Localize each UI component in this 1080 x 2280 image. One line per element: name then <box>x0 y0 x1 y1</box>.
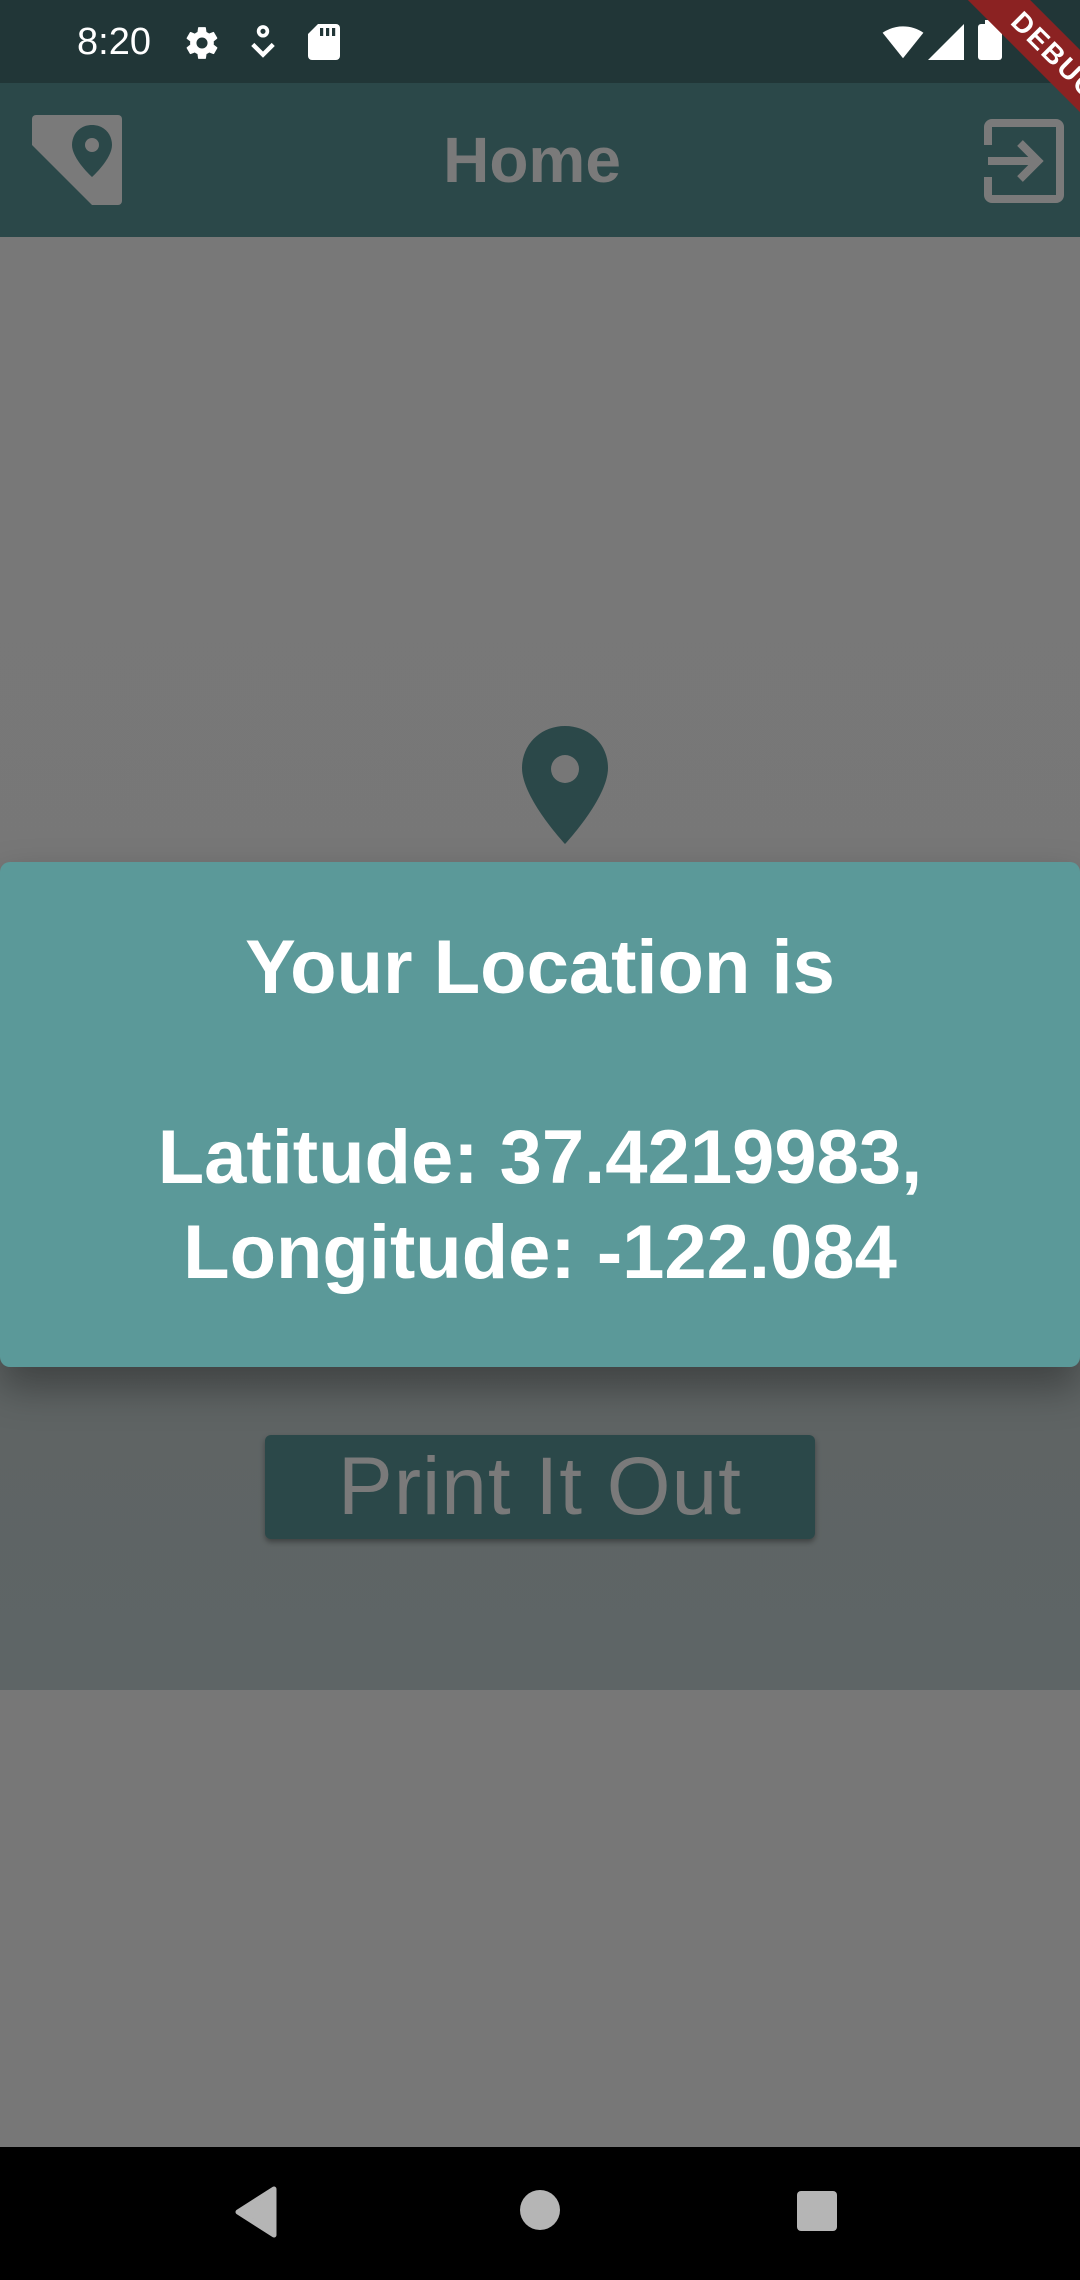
print-it-out-button[interactable]: Print It Out <box>265 1435 815 1539</box>
location-pin-icon <box>522 726 608 844</box>
settings-icon <box>186 27 218 59</box>
dialog-title: Your Location is <box>245 925 835 1010</box>
longitude-text: Longitude: -122.084 <box>183 1210 897 1295</box>
signal-icon <box>928 24 964 60</box>
latitude-text: Latitude: 37.4219983, <box>157 1115 923 1200</box>
home-icon[interactable] <box>518 2188 562 2232</box>
download-icon <box>251 25 275 58</box>
page-title: Home <box>443 124 621 196</box>
location-dialog: Your Location is Latitude: 37.4219983, L… <box>0 862 1080 1367</box>
recents-icon[interactable] <box>796 2190 838 2232</box>
screen: 8:20 Home DEBUG Print It Out Your Locati… <box>0 0 1080 2280</box>
app-bar: Home <box>0 83 1080 237</box>
sd-card-icon <box>308 24 340 60</box>
navigation-bar <box>0 2147 1080 2280</box>
status-bar: 8:20 <box>0 0 1080 83</box>
status-time: 8:20 <box>77 21 151 63</box>
wifi-icon <box>882 26 924 59</box>
exit-icon[interactable] <box>980 117 1068 205</box>
back-icon[interactable] <box>232 2185 282 2239</box>
